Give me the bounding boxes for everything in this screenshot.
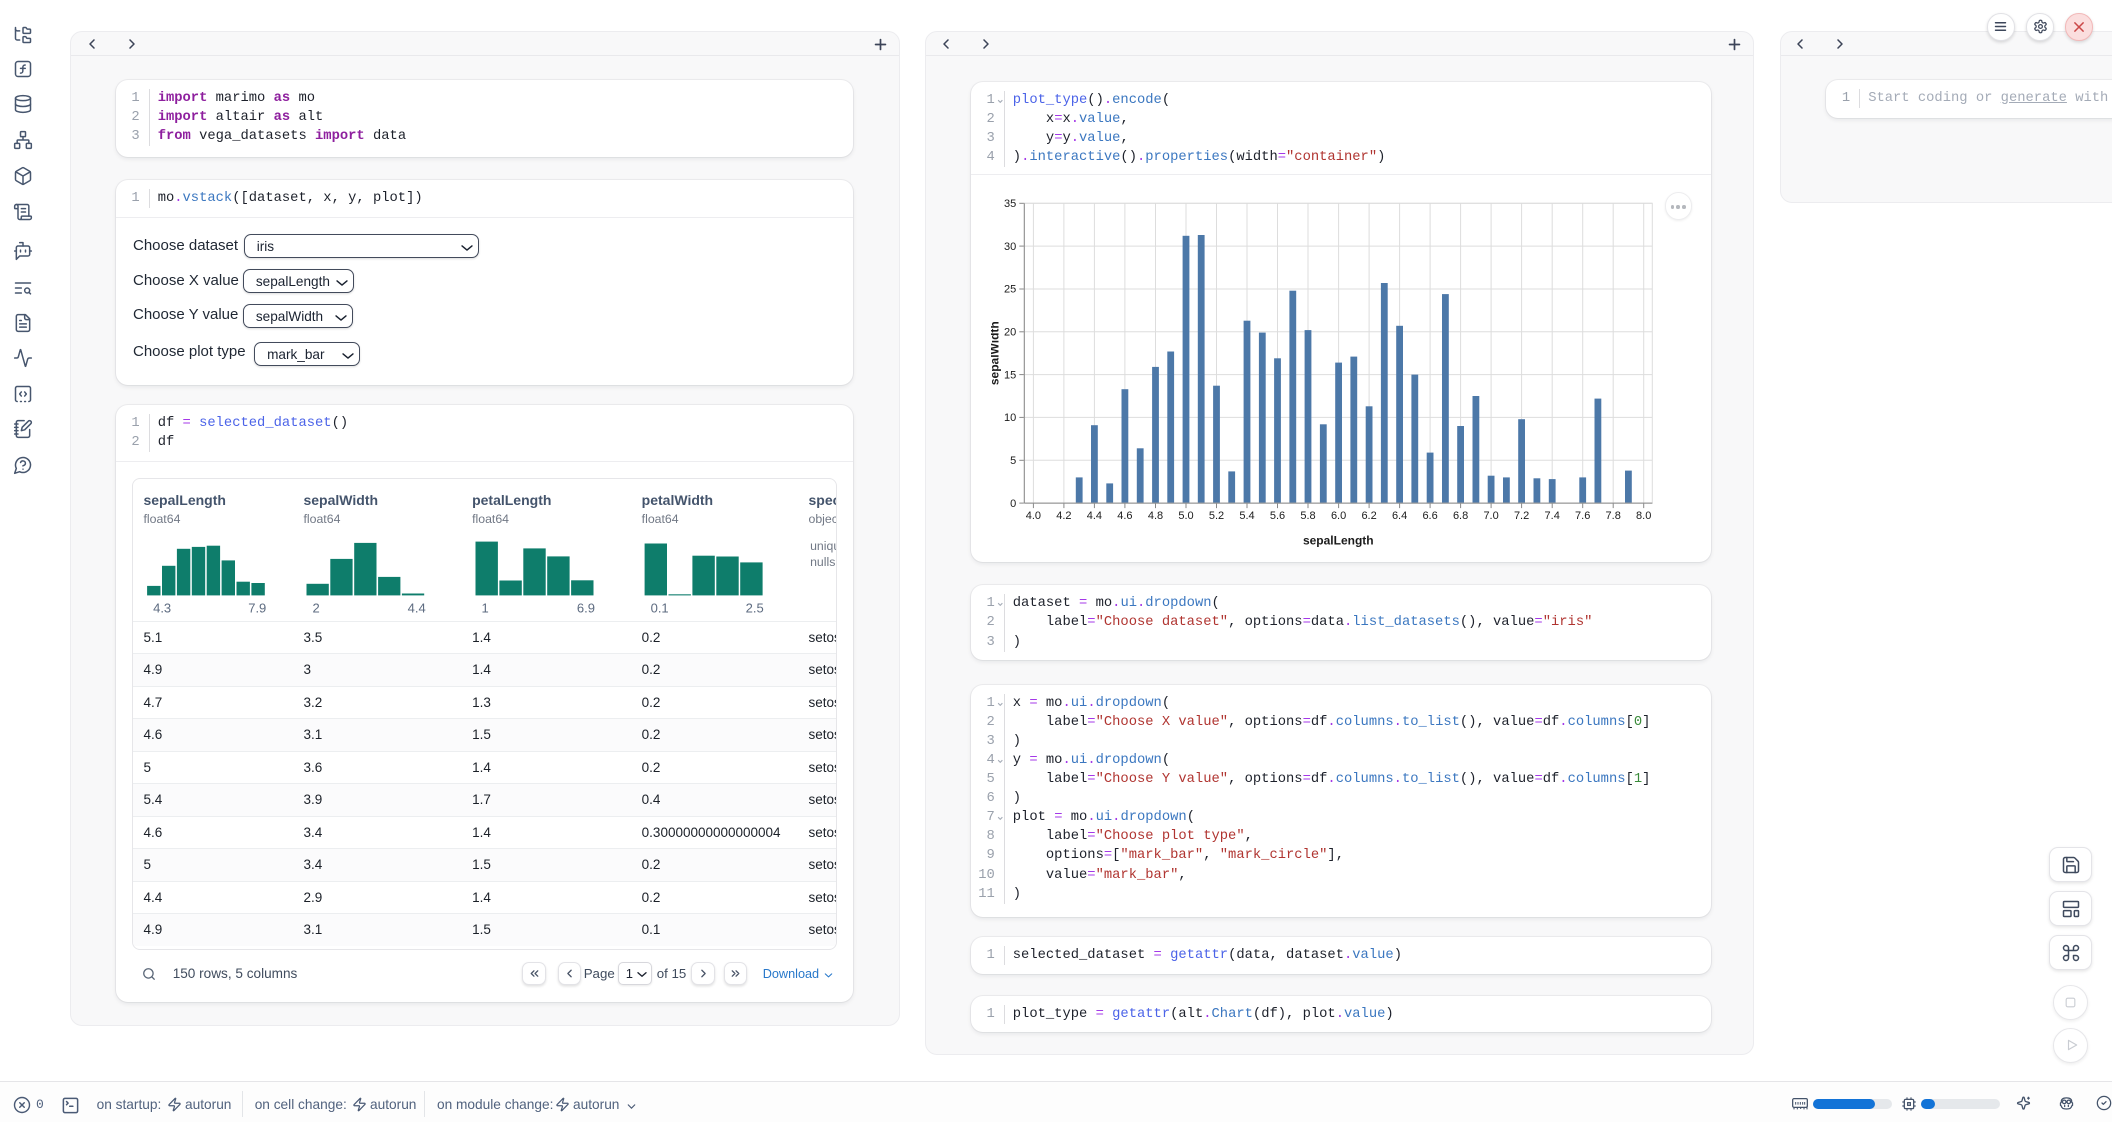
svg-text:4.4: 4.4 [408, 600, 426, 615]
svg-text:6.9: 6.9 [577, 600, 595, 615]
svg-text:4.4: 4.4 [1087, 510, 1102, 522]
svg-text:6.6: 6.6 [1422, 510, 1437, 522]
svg-text:2.5: 2.5 [746, 600, 764, 615]
svg-text:4.0: 4.0 [1026, 510, 1041, 522]
svg-text:5.4: 5.4 [1239, 510, 1254, 522]
svg-text:7.9: 7.9 [249, 600, 267, 615]
svg-text:5.8: 5.8 [1300, 510, 1315, 522]
svg-text:sepalWidth: sepalWidth [991, 321, 1001, 385]
svg-text:30: 30 [1004, 240, 1016, 252]
svg-text:15: 15 [1004, 369, 1016, 381]
svg-text:5.0: 5.0 [1178, 510, 1193, 522]
svg-text:4.6: 4.6 [1117, 510, 1132, 522]
svg-text:4.2: 4.2 [1056, 510, 1071, 522]
svg-text:6.0: 6.0 [1331, 510, 1346, 522]
svg-text:5: 5 [1010, 455, 1016, 467]
svg-text:4.3: 4.3 [154, 600, 172, 615]
svg-text:0.1: 0.1 [651, 600, 669, 615]
svg-text:6.4: 6.4 [1392, 510, 1407, 522]
svg-text:7.6: 7.6 [1575, 510, 1590, 522]
svg-text:7.4: 7.4 [1544, 510, 1559, 522]
svg-text:6.8: 6.8 [1453, 510, 1468, 522]
svg-text:1: 1 [482, 600, 489, 615]
svg-text:4.8: 4.8 [1148, 510, 1163, 522]
svg-text:7.0: 7.0 [1483, 510, 1498, 522]
svg-text:20: 20 [1004, 326, 1016, 338]
svg-text:2: 2 [313, 600, 320, 615]
svg-text:5.6: 5.6 [1270, 510, 1285, 522]
svg-text:0: 0 [1010, 497, 1016, 509]
svg-text:10: 10 [1004, 412, 1016, 424]
svg-text:8.0: 8.0 [1636, 510, 1651, 522]
svg-text:25: 25 [1004, 283, 1016, 295]
svg-text:7.2: 7.2 [1514, 510, 1529, 522]
svg-text:sepalLength: sepalLength [1303, 533, 1374, 547]
svg-text:7.8: 7.8 [1605, 510, 1620, 522]
svg-text:6.2: 6.2 [1361, 510, 1376, 522]
svg-text:35: 35 [1004, 198, 1016, 210]
svg-text:5.2: 5.2 [1209, 510, 1224, 522]
